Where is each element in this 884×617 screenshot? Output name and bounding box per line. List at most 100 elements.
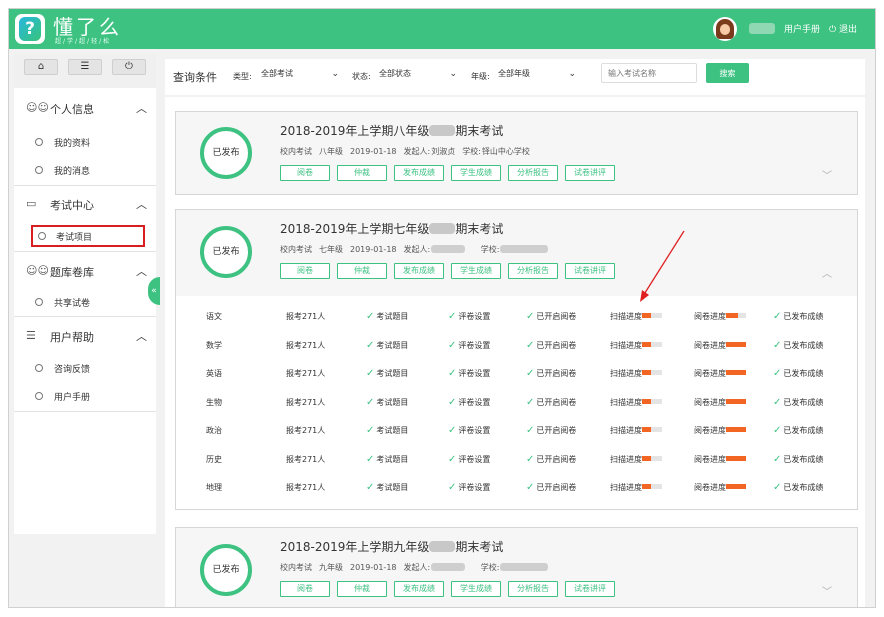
sidebar-item-label: 共享试卷 (54, 299, 91, 309)
step-label: 已发布成绩 (783, 312, 824, 321)
chevron-down-icon[interactable]: ﹀ (822, 583, 832, 598)
step-label: 评卷设置 (458, 312, 491, 321)
exam-title-part: 2018-2019年上学期九年级 (280, 540, 430, 554)
scan-progress-bar (642, 455, 662, 461)
brand-slogan: 超/学/超/轻/松 (55, 38, 112, 45)
status-select[interactable]: 全部状态 ⌄ (375, 63, 461, 85)
chevron-down-icon: ⌄ (331, 69, 339, 79)
top-bar: ? 懂了么 超/学/超/轻/松 用户手册 ⏻ 退出 (9, 9, 875, 49)
registered-count: 报考271人 (286, 340, 325, 351)
student-scores-button[interactable]: 学生成绩 (451, 581, 501, 597)
sidebar-item-exam-projects[interactable]: 考试项目 (31, 225, 145, 247)
step-label: 阅卷进度 (694, 369, 726, 378)
grade-label: 年级: (471, 72, 490, 81)
registered-count: 报考271人 (286, 397, 325, 408)
exam-title[interactable]: 2018-2019年上学期九年级 期末考试 (280, 538, 503, 555)
logout-button[interactable]: ⏻ 退出 (829, 22, 857, 35)
arbitration-button[interactable]: 仲裁 (337, 165, 387, 181)
review-settings-step: ✓ 评卷设置 (448, 397, 490, 408)
arbitration-button[interactable]: 仲裁 (337, 263, 387, 279)
grade-select[interactable]: 全部年级 ⌄ (494, 63, 580, 85)
sidebar-section-question-bank[interactable]: ☺☺ 题库卷库 ︿ (14, 257, 156, 285)
publish-scores-button[interactable]: 发布成绩 (394, 165, 444, 181)
step-label: 扫描进度 (610, 369, 642, 378)
list-icon[interactable]: ☰ (68, 59, 102, 75)
student-scores-button[interactable]: 学生成绩 (451, 263, 501, 279)
exam-kind: 校内考试 (280, 245, 312, 254)
analysis-report-button[interactable]: 分析报告 (508, 581, 558, 597)
review-settings-step: ✓ 评卷设置 (448, 368, 490, 379)
sidebar-item-user-manual[interactable]: 用户手册 (14, 385, 156, 407)
type-select[interactable]: 全部考试 ⌄ (257, 63, 343, 85)
step-label: 已开启阅卷 (536, 397, 577, 407)
exam-name-search-input[interactable] (601, 63, 697, 83)
chevron-down-icon[interactable]: ﹀ (822, 167, 832, 182)
count-label: 报考271人 (286, 369, 326, 378)
marking-open-step: ✓ 已开启阅卷 (526, 397, 576, 408)
power-icon: ⏻ (829, 25, 837, 35)
sidebar-section-help[interactable]: ☰ 用户帮助 ︿ (14, 322, 156, 350)
publish-scores-button[interactable]: 发布成绩 (394, 263, 444, 279)
logo: ? (15, 14, 45, 44)
marking-open-step: ✓ 已开启阅卷 (526, 311, 576, 322)
search-button[interactable]: 搜索 (706, 63, 749, 83)
home-icon[interactable]: ⌂ (24, 59, 58, 75)
marking-open-step: ✓ 已开启阅卷 (526, 368, 576, 379)
sidebar-item-my-profile[interactable]: 我的资料 (14, 131, 156, 153)
sidebar-item-shared-papers[interactable]: 共享试卷 (14, 291, 156, 313)
student-scores-button[interactable]: 学生成绩 (451, 165, 501, 181)
step-label: 考试题目 (376, 454, 409, 464)
mark-button[interactable]: 阅卷 (280, 581, 330, 597)
exam-kind: 校内考试 (280, 147, 312, 156)
arbitration-button[interactable]: 仲裁 (337, 581, 387, 597)
step-label: 考试题目 (376, 369, 409, 378)
mark-button[interactable]: 阅卷 (280, 263, 330, 279)
marking-open-step: ✓ 已开启阅卷 (526, 482, 576, 493)
paper-review-button[interactable]: 试卷讲评 (565, 581, 615, 597)
step-label: 阅卷进度 (694, 483, 726, 492)
redacted-text (500, 563, 549, 571)
step-label: 评卷设置 (458, 454, 491, 464)
subject-name: 政治 (206, 425, 222, 436)
sidebar-section-profile[interactable]: ☺☺ 个人信息 ︿ (14, 94, 156, 122)
published-step: ✓ 已发布成绩 (773, 340, 823, 351)
exam-title-part: 期末考试 (455, 124, 504, 138)
published-step: ✓ 已发布成绩 (773, 368, 823, 379)
marking-open-step: ✓ 已开启阅卷 (526, 425, 576, 436)
chevron-up-icon: ︿ (136, 102, 147, 115)
check-icon: ✓ (366, 482, 375, 493)
published-step: ✓ 已发布成绩 (773, 454, 823, 465)
sidebar-item-feedback[interactable]: 咨询反馈 (14, 357, 156, 379)
chevron-up-icon: ︿ (136, 198, 147, 211)
group-icon: ☺☺ (26, 264, 49, 277)
publish-scores-button[interactable]: 发布成绩 (394, 581, 444, 597)
step-label: 已开启阅卷 (536, 369, 577, 378)
mark-button[interactable]: 阅卷 (280, 165, 330, 181)
paper-review-button[interactable]: 试卷讲评 (565, 165, 615, 181)
check-icon: ✓ (366, 368, 375, 379)
school-label: 学校: (480, 563, 500, 572)
step-label: 扫描进度 (610, 454, 642, 464)
chevron-up-icon[interactable]: ︿ (822, 265, 832, 280)
sidebar-item-label: 咨询反馈 (54, 365, 91, 375)
avatar[interactable] (713, 17, 737, 41)
step-label: 扫描进度 (610, 340, 642, 350)
sidebar-item-my-messages[interactable]: 我的消息 (14, 159, 156, 181)
divider (14, 251, 156, 252)
user-manual-link[interactable]: 用户手册 (784, 22, 820, 35)
sidebar-section-exam-center[interactable]: ▭ 考试中心 ︿ (14, 190, 156, 218)
analysis-report-button[interactable]: 分析报告 (508, 165, 558, 181)
check-icon: ✓ (366, 453, 375, 465)
check-icon: ✓ (366, 311, 375, 322)
subject-label: 语文 (206, 312, 222, 321)
exam-title[interactable]: 2018-2019年上学期七年级 期末考试 (280, 220, 503, 237)
mark-progress: 阅卷进度 (694, 340, 746, 351)
paper-review-button[interactable]: 试卷讲评 (565, 263, 615, 279)
step-label: 已发布成绩 (783, 340, 824, 350)
mark-progress: 阅卷进度 (694, 311, 746, 322)
divider (14, 185, 156, 186)
exam-questions-step: ✓ 考试题目 (366, 454, 408, 465)
analysis-report-button[interactable]: 分析报告 (508, 263, 558, 279)
power-icon[interactable]: ⏻ (112, 59, 146, 75)
exam-title[interactable]: 2018-2019年上学期八年级 期末考试 (280, 122, 503, 139)
